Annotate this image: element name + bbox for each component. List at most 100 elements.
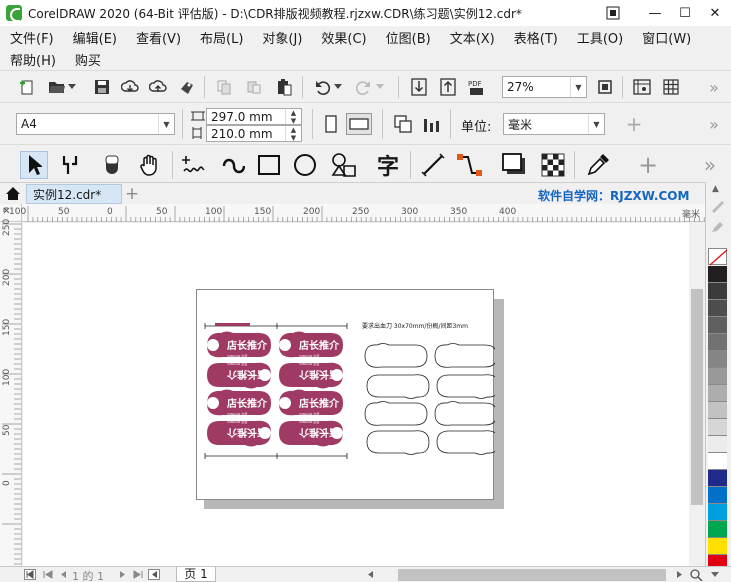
cut-outline[interactable]	[434, 343, 495, 368]
eyedropper-tool-icon[interactable]	[585, 153, 611, 177]
color-swatch[interactable]	[708, 504, 727, 521]
menu-item-row1-7[interactable]: 文本(X)	[440, 28, 504, 47]
color-swatch[interactable]	[708, 351, 727, 368]
color-swatch[interactable]	[708, 317, 727, 334]
color-swatch[interactable]	[708, 487, 727, 504]
toolbar-overflow[interactable]: »	[703, 76, 725, 98]
horizontal-scroll-left-icon[interactable]	[366, 569, 376, 582]
cloud-download-icon[interactable]	[119, 76, 141, 98]
add-tool-button[interactable]: +	[635, 151, 661, 179]
undo-icon[interactable]	[311, 76, 333, 98]
vertical-scrollbar[interactable]	[689, 223, 705, 566]
menu-item-row1-10[interactable]: 窗口(W)	[632, 28, 700, 47]
artistic-media-tool-icon[interactable]	[220, 153, 246, 177]
cut-outline[interactable]	[364, 401, 428, 426]
pick-tool-icon[interactable]	[20, 151, 48, 179]
drawing-canvas[interactable]: 要求出血刀 30x70mm/份概/间距3mm 店长推介 VANXIAN 女装 店长推…	[23, 223, 689, 566]
palette-scroll-up-icon[interactable]: ▲	[712, 184, 719, 194]
color-swatch[interactable]	[708, 334, 727, 351]
horizontal-ruler[interactable]: 100 50 0 50 100 150 200 250 300 350 400 毫米	[9, 204, 705, 222]
menu-item-row2-0[interactable]: 帮助(H)	[0, 50, 65, 69]
menu-item-row1-0[interactable]: 文件(F)	[0, 28, 63, 47]
transparency-tool-icon[interactable]	[540, 153, 566, 177]
portrait-icon[interactable]	[320, 113, 342, 135]
color-swatch[interactable]	[708, 453, 727, 470]
shape-tool-icon[interactable]	[58, 153, 82, 177]
previous-page-arrow-icon[interactable]	[58, 569, 68, 582]
open-folder-icon[interactable]	[46, 76, 68, 98]
badge-card[interactable]: 店长推介VANXIAN 女装	[207, 419, 271, 447]
page-tab[interactable]: 页 1	[176, 567, 216, 582]
menu-item-row2-1[interactable]: 购买	[65, 50, 110, 69]
open-dropdown-icon[interactable]	[66, 76, 78, 98]
show-grid-icon[interactable]	[660, 76, 682, 98]
page[interactable]: 要求出血刀 30x70mm/份概/间距3mm 店长推介 VANXIAN 女装 店长推…	[196, 289, 495, 501]
paste-icon[interactable]	[273, 76, 295, 98]
maximize-button[interactable]: ☐	[670, 0, 700, 26]
first-page-icon[interactable]	[24, 569, 36, 582]
publish-pdf-icon[interactable]: PDF	[466, 76, 488, 98]
new-document-icon[interactable]	[16, 76, 38, 98]
badge-card[interactable]: 店长推介VANXIAN 女装	[279, 389, 343, 417]
no-color-swatch[interactable]	[708, 248, 728, 266]
chevron-down-icon[interactable]: ▼	[588, 114, 604, 134]
import-icon[interactable]	[408, 76, 430, 98]
next-page-icon[interactable]	[118, 569, 128, 582]
cut-outline[interactable]	[364, 343, 428, 368]
crop-tool-icon[interactable]	[100, 153, 124, 177]
menu-item-row1-1[interactable]: 编辑(E)	[63, 28, 126, 47]
menu-item-row1-2[interactable]: 查看(V)	[126, 28, 190, 47]
color-swatch[interactable]	[708, 385, 727, 402]
restore-toolbars-icon[interactable]	[598, 0, 628, 26]
menu-item-row1-5[interactable]: 效果(C)	[311, 28, 375, 47]
cut-outline[interactable]	[434, 401, 495, 426]
page-artwork[interactable]: 店长推介VANXIAN 女装店长推介VANXIAN 女装店长推介VANXIAN …	[197, 290, 495, 501]
cut-outline[interactable]	[436, 430, 495, 455]
palette-pen-icon[interactable]	[709, 198, 727, 217]
badge-card[interactable]: 店长推介VANXIAN 女装	[207, 389, 271, 417]
show-rulers-icon[interactable]	[631, 76, 653, 98]
color-swatch[interactable]	[708, 368, 727, 385]
units-combo[interactable]: 毫米 ▼	[503, 113, 605, 135]
horizontal-scroll-right-icon[interactable]	[674, 569, 684, 582]
page-width-input[interactable]: 297.0 mm ▲ ▼	[206, 108, 302, 125]
ellipse-tool-icon[interactable]	[292, 153, 318, 177]
page-height-input[interactable]: 210.0 mm ▲ ▼	[206, 125, 302, 142]
height-stepper-icon[interactable]: ▲ ▼	[285, 126, 301, 142]
color-swatch[interactable]	[708, 300, 727, 317]
undo-dropdown-icon[interactable]	[332, 76, 344, 98]
horizontal-scrollbar-thumb[interactable]	[398, 569, 666, 581]
badge-card[interactable]: 店长推介VANXIAN 女装	[279, 331, 343, 359]
export-icon[interactable]	[437, 76, 459, 98]
polygon-tool-icon[interactable]	[331, 153, 357, 177]
cut-outline[interactable]	[366, 374, 430, 399]
color-swatch[interactable]	[708, 419, 727, 436]
color-swatch[interactable]	[708, 436, 727, 453]
add-property-button[interactable]: +	[623, 112, 645, 136]
previous-page-icon[interactable]	[42, 569, 54, 582]
toolbox-overflow[interactable]: »	[697, 153, 723, 177]
parallel-dimension-tool-icon[interactable]	[420, 153, 446, 177]
color-swatch[interactable]	[708, 283, 727, 300]
zoom-level-combo[interactable]: 27% ▼	[502, 76, 587, 98]
publish-icon[interactable]	[176, 76, 198, 98]
pan-tool-icon[interactable]	[136, 153, 164, 177]
new-tab-button[interactable]: +	[124, 184, 140, 204]
cut-outline[interactable]	[366, 430, 430, 455]
color-swatch[interactable]	[708, 402, 727, 419]
badge-card[interactable]: 店长推介VANXIAN 女装	[207, 331, 271, 359]
save-icon[interactable]	[91, 76, 113, 98]
landscape-icon[interactable]	[346, 113, 372, 135]
badge-card[interactable]: 店长推介VANXIAN 女装	[207, 361, 271, 389]
badge-card[interactable]: 店长推介VANXIAN 女装	[279, 361, 343, 389]
menu-item-row1-4[interactable]: 对象(J)	[252, 28, 311, 47]
last-page-icon[interactable]	[132, 569, 144, 582]
cloud-upload-icon[interactable]	[147, 76, 169, 98]
color-swatch[interactable]	[708, 521, 727, 538]
menu-item-row1-8[interactable]: 表格(T)	[504, 28, 567, 47]
page-size-combo[interactable]: A4 ▼	[16, 113, 175, 135]
vertical-scrollbar-thumb[interactable]	[691, 289, 703, 505]
connector-tool-icon[interactable]	[456, 153, 484, 177]
all-pages-icon[interactable]	[392, 113, 414, 135]
text-tool-icon[interactable]: 字	[374, 151, 402, 180]
